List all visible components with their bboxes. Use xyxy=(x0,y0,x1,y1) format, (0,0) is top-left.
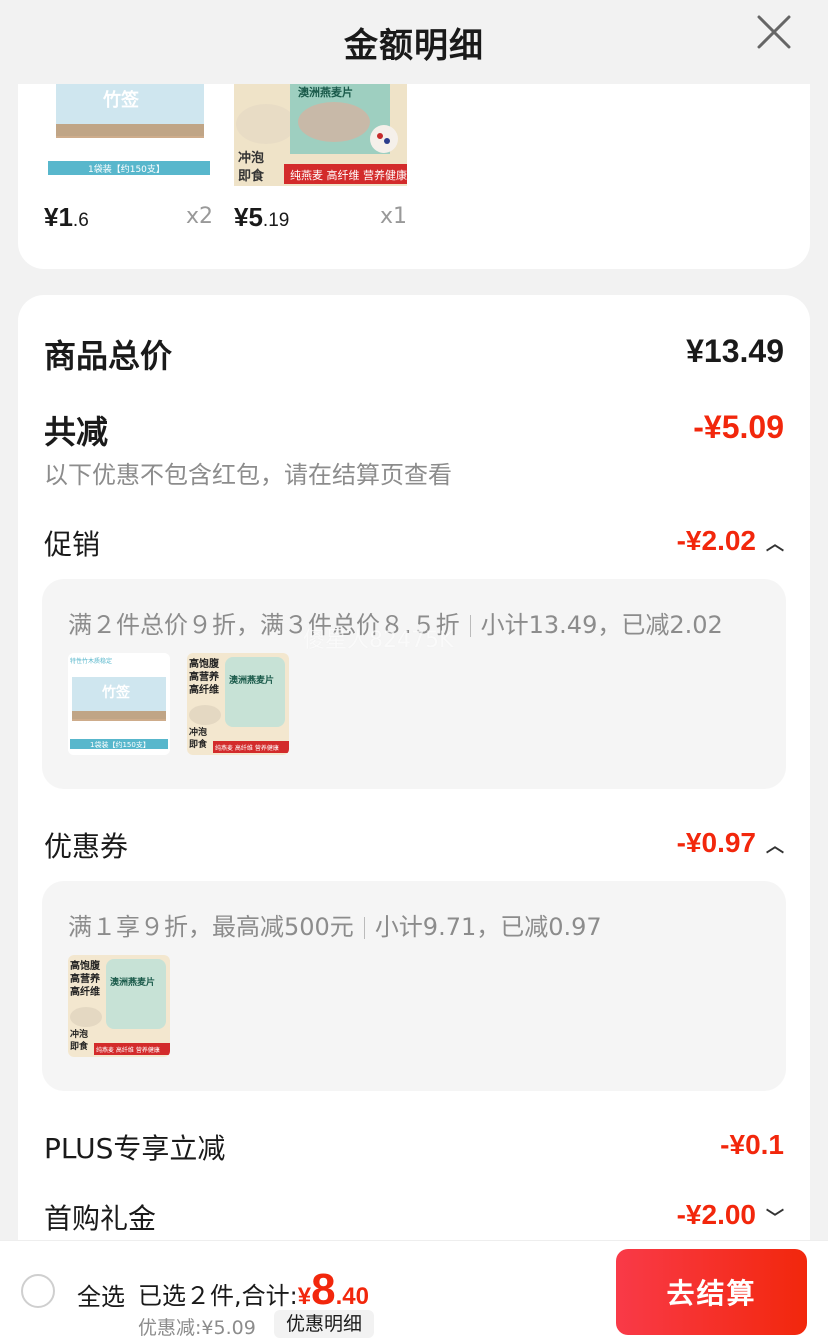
svg-text:高饱腹: 高饱腹 xyxy=(189,657,220,670)
product-image-band-title: 澳洲燕麦片 xyxy=(298,85,353,99)
total-reduce-amount: -¥5.09 xyxy=(693,409,784,445)
svg-text:竹签: 竹签 xyxy=(102,89,140,111)
svg-text:即食: 即食 xyxy=(70,1040,89,1052)
discount-detail-button[interactable]: 优惠明细 xyxy=(274,1310,375,1338)
total-amount: ¥8.40 xyxy=(297,1265,369,1314)
modal-header: 金额明细 xyxy=(0,0,828,84)
svg-text:澳洲燕麦片: 澳洲燕麦片 xyxy=(110,976,155,988)
discount-total: 优惠减:¥5.09 xyxy=(138,1317,256,1339)
svg-text:特性竹木质稳定: 特性竹木质稳定 xyxy=(70,657,112,665)
product-quantity: x1 xyxy=(380,204,408,229)
promotion-subtotal: 小计13.49，已减2.02 xyxy=(480,611,723,639)
product-quantity: x2 xyxy=(186,204,214,229)
page-title: 金额明细 xyxy=(344,25,484,66)
close-icon[interactable] xyxy=(756,14,792,50)
chevron-up-icon: ︿ xyxy=(766,835,784,856)
promotion-toggle[interactable]: -¥2.02 ︿ xyxy=(677,525,784,557)
total-price-amount: ¥13.49 xyxy=(686,333,784,369)
coupon-amount: -¥0.97 xyxy=(676,827,756,858)
svg-text:高纤维: 高纤维 xyxy=(189,683,219,696)
product-image-caption: 1袋装【约150支】 xyxy=(88,163,165,175)
svg-text:高营养: 高营养 xyxy=(70,972,101,985)
discount-note: 以下优惠不包含红包，请在结算页查看 xyxy=(44,461,452,489)
promotion-label: 促销 xyxy=(44,528,101,561)
product-price: ¥1.6 xyxy=(44,202,89,232)
plus-discount-label: PLUS专享立减 xyxy=(44,1132,226,1165)
promotion-amount: -¥2.02 xyxy=(676,525,756,556)
coupon-thumb-oatmeal[interactable]: 澳洲燕麦片 高饱腹 高营养 高纤维 冲泡 即食 纯燕麦 高纤维 营养健康 xyxy=(68,955,170,1057)
svg-text:冲泡: 冲泡 xyxy=(189,726,207,738)
svg-text:澳洲燕麦片: 澳洲燕麦片 xyxy=(229,674,274,686)
product-item[interactable]: 竹签 1袋装【约150支】 ¥1.6 x2 xyxy=(18,84,218,269)
coupon-label: 优惠券 xyxy=(44,830,129,863)
price-detail-card: 商品总价 ¥13.49 共减 -¥5.09 以下优惠不包含红包，请在结算页查看 … xyxy=(18,295,810,1255)
total-price-label: 商品总价 xyxy=(44,337,173,375)
coupon-toggle[interactable]: -¥0.97 ︿ xyxy=(677,827,784,859)
watermark: 傻星人82475K xyxy=(303,628,454,653)
chevron-down-icon: ﹀ xyxy=(766,1207,784,1228)
svg-text:竹签: 竹签 xyxy=(101,684,131,701)
total-reduce-label: 共减 xyxy=(44,413,109,451)
first-purchase-toggle[interactable]: -¥2.00 ﹀ xyxy=(677,1199,784,1231)
promotion-thumb-toothpick[interactable]: 特性竹木质稳定 竹签 1袋装【约150支】 xyxy=(68,653,170,755)
checkout-button[interactable]: 去结算 xyxy=(616,1249,807,1335)
checkout-bar: 全选 已选２件,合计:¥8.40 优惠减:¥5.09 优惠明细 去结算 xyxy=(0,1240,828,1342)
product-list-card: 竹签 1袋装【约150支】 ¥1.6 x2 澳洲燕麦片 冲泡 即食 纯燕麦 高纤… xyxy=(18,84,810,269)
first-purchase-amount: -¥2.00 xyxy=(676,1199,756,1230)
coupon-rule-line: 满１享９折，最高减500元 小计9.71，已减0.97 xyxy=(68,907,602,942)
plus-discount-amount: -¥0.1 xyxy=(720,1129,784,1160)
svg-text:纯燕麦 高纤维 营养健康: 纯燕麦 高纤维 营养健康 xyxy=(96,1046,160,1054)
product-image-band: 纯燕麦 高纤维 营养健康 xyxy=(290,168,407,182)
product-price: ¥5.19 xyxy=(234,202,290,232)
product-image-text: 冲泡 xyxy=(238,150,264,166)
svg-text:纯燕麦 高纤维 营养健康: 纯燕麦 高纤维 营养健康 xyxy=(215,744,279,752)
coupon-rule: 满１享９折，最高减500元 xyxy=(68,913,354,941)
selected-summary: 已选２件,合计:¥8.40 xyxy=(138,1265,369,1315)
select-all-checkbox[interactable] xyxy=(21,1274,55,1308)
svg-text:高营养: 高营养 xyxy=(189,670,220,683)
promotion-thumb-oatmeal[interactable]: 澳洲燕麦片 高饱腹 高营养 高纤维 冲泡 即食 纯燕麦 高纤维 营养健康 xyxy=(187,653,289,755)
promotion-detail-box: 满２件总价９折，满３件总价８.５折 小计13.49，已减2.02 特性竹木质稳定 … xyxy=(42,579,786,789)
svg-text:高饱腹: 高饱腹 xyxy=(70,959,101,972)
svg-text:冲泡: 冲泡 xyxy=(70,1028,88,1040)
selected-text: 已选２件,合计: xyxy=(138,1282,298,1310)
select-all-label[interactable]: 全选 xyxy=(77,1277,125,1312)
chevron-up-icon: ︿ xyxy=(766,533,784,554)
product-image-oatmeal: 澳洲燕麦片 冲泡 即食 纯燕麦 高纤维 营养健康 xyxy=(234,84,407,186)
product-item[interactable]: 澳洲燕麦片 冲泡 即食 纯燕麦 高纤维 营养健康 ¥5.19 x1 xyxy=(218,84,418,269)
coupon-subtotal: 小计9.71，已减0.97 xyxy=(374,913,602,941)
svg-text:高纤维: 高纤维 xyxy=(70,985,100,998)
coupon-detail-box: 满１享９折，最高减500元 小计9.71，已减0.97 澳洲燕麦片 高饱腹 高营养… xyxy=(42,881,786,1091)
first-purchase-label: 首购礼金 xyxy=(44,1202,157,1235)
svg-text:即食: 即食 xyxy=(189,738,208,750)
product-image-toothpick: 竹签 1袋装【约150支】 xyxy=(48,84,212,180)
svg-text:即食: 即食 xyxy=(238,168,265,184)
svg-text:1袋装【约150支】: 1袋装【约150支】 xyxy=(90,740,150,749)
